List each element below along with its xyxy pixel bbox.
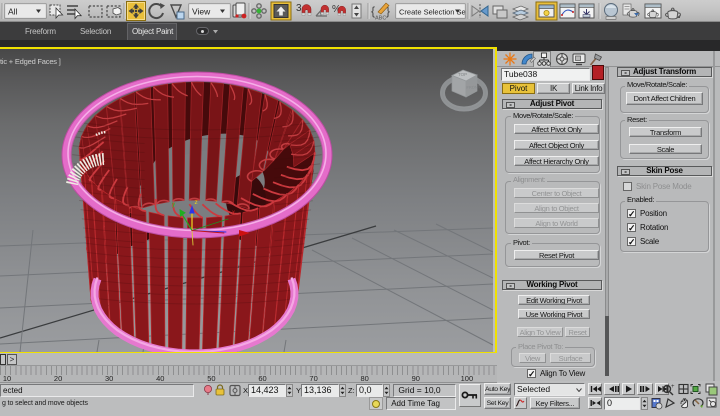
svg-text:Create Selection Se: Create Selection Se — [399, 8, 466, 17]
svg-text:z: z — [195, 199, 198, 206]
svg-text:3: 3 — [296, 3, 302, 14]
svg-text:All: All — [8, 7, 18, 17]
svg-text:FRONT: FRONT — [466, 84, 481, 90]
svg-text:tic + Edged Faces ]: tic + Edged Faces ] — [0, 57, 61, 66]
svg-text:ABC: ABC — [375, 16, 386, 22]
svg-text:TOP: TOP — [458, 72, 467, 77]
svg-text:x: x — [232, 210, 235, 216]
svg-text:View: View — [192, 7, 211, 17]
svg-text:+: + — [671, 384, 675, 390]
